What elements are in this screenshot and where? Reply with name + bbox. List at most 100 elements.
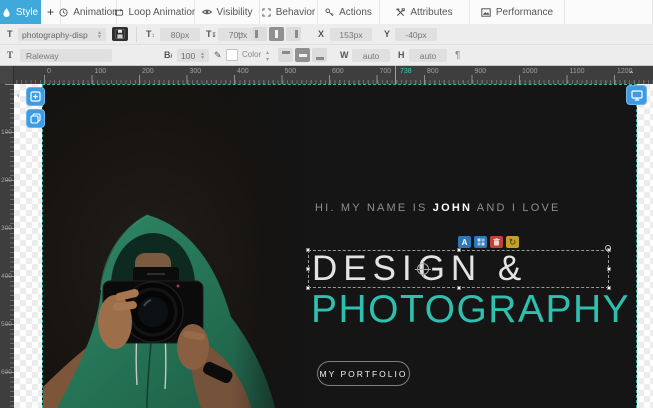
ruler-label: 300 — [1, 225, 12, 232]
duplicate-button[interactable] — [26, 109, 45, 128]
text-style-value: photography-disp — [22, 30, 88, 40]
anchor-crosshair-icon[interactable] — [417, 263, 429, 275]
ruler-label: 800 — [427, 68, 439, 75]
font-weight-icon: Bi — [164, 50, 172, 60]
hero-kicker-text[interactable]: HI. MY NAME IS JOHN AND I LOVE — [315, 202, 561, 214]
y-position-field[interactable] — [395, 28, 437, 41]
delete-mini-button[interactable] — [490, 236, 503, 248]
font-size-field[interactable] — [160, 28, 200, 41]
toolbar-row-font: T Bi 100 ▲▼ ✎ Color ▴▾ W H ¶ — [0, 45, 653, 66]
resize-handle-nw[interactable] — [306, 248, 310, 252]
x-position-field[interactable] — [330, 28, 372, 41]
tab-animation[interactable]: Animation — [61, 0, 117, 24]
add-layer-icon — [30, 91, 41, 102]
text-style-mini-button[interactable]: A — [458, 236, 471, 248]
valign-middle-button[interactable] — [295, 48, 310, 62]
valign-top-button[interactable] — [278, 48, 293, 62]
eye-icon — [202, 8, 212, 16]
save-icon — [115, 29, 125, 39]
tab-add[interactable]: + — [41, 0, 61, 24]
tab-label: Loop Animation — [129, 7, 198, 18]
kicker-post: AND I LOVE — [472, 202, 560, 214]
divider — [136, 27, 137, 42]
kicker-pre: HI. MY NAME IS — [315, 202, 433, 214]
kicker-strong: JOHN — [433, 202, 472, 214]
grid-icon — [477, 238, 485, 246]
rotate-handle[interactable] — [605, 245, 611, 251]
width-field[interactable] — [352, 49, 390, 62]
y-label: Y — [384, 29, 390, 39]
plus-icon: + — [47, 5, 54, 19]
tab-visibility[interactable]: Visibility — [195, 0, 260, 24]
preview-desktop-button[interactable] — [626, 85, 647, 105]
design-canvas[interactable]: ‹ — [14, 84, 653, 408]
tab-loop-animation[interactable]: Loop Animation — [117, 0, 195, 24]
image-icon — [481, 8, 491, 17]
valign-bottom-button[interactable] — [312, 48, 327, 62]
tab-filler — [565, 0, 653, 24]
tab-bar: Style + Animation Loop Animation Visibil… — [0, 0, 653, 24]
pencil-icon[interactable]: ✎ — [214, 50, 222, 61]
h-distribute-icon[interactable]: ◂▸ — [237, 30, 245, 37]
letter-a-icon: A — [462, 238, 468, 247]
duplicate-icon — [30, 113, 41, 124]
page-section[interactable]: HI. MY NAME IS JOHN AND I LOVE A ↻ DESIG… — [42, 84, 637, 408]
trash-icon — [493, 238, 500, 246]
align-right-button[interactable] — [286, 27, 301, 41]
x-label: X — [318, 29, 324, 39]
ruler-label: 500 — [1, 321, 12, 328]
toolbar-row-text-style: T photography-disp ▲▼ T↕ T↧ ◂▸ X Y — [0, 24, 653, 45]
expand-icon — [262, 8, 271, 17]
cursor-position-value: 738 — [398, 68, 414, 75]
rotate-mini-button[interactable]: ↻ — [506, 236, 519, 248]
align-center-button[interactable] — [269, 27, 284, 41]
add-section-button[interactable] — [26, 87, 45, 106]
weight-stepper-icon[interactable]: ▲▼ — [200, 52, 205, 60]
h-label: H — [398, 50, 405, 60]
v-distribute-icon[interactable]: ▴▾ — [266, 49, 270, 63]
ruler-label: 100 — [95, 68, 107, 75]
save-style-button[interactable] — [112, 27, 128, 41]
cursor-position-marker — [395, 66, 396, 84]
font-family-icon: T — [7, 50, 13, 60]
height-field[interactable] — [409, 49, 447, 62]
tab-actions[interactable]: Actions — [318, 0, 380, 24]
tab-attributes[interactable]: Attributes — [380, 0, 470, 24]
w-label: W — [340, 50, 349, 60]
ruler-label: 300 — [190, 68, 202, 75]
font-weight-select[interactable]: 100 ▲▼ — [177, 49, 209, 62]
tab-label: Performance — [496, 7, 553, 18]
my-portfolio-button[interactable]: MY PORTFOLIO — [317, 361, 410, 386]
collapse-panel-chevron-icon[interactable]: ⌃ — [628, 70, 635, 79]
text-style-select[interactable]: photography-disp ▲▼ — [18, 28, 106, 41]
resize-handle-e[interactable] — [607, 267, 611, 271]
hero-heading-photography[interactable]: PHOTOGRAPHY — [311, 288, 630, 332]
tab-performance[interactable]: Performance — [470, 0, 565, 24]
color-swatch[interactable] — [226, 49, 238, 61]
align-left-button[interactable] — [252, 27, 267, 41]
tab-label: Behavior — [276, 7, 315, 18]
ruler-label: 900 — [475, 68, 487, 75]
font-family-field[interactable] — [20, 49, 112, 62]
settings-mini-button[interactable] — [474, 236, 487, 248]
resize-handle-sw[interactable] — [306, 286, 310, 290]
ruler-label: 500 — [285, 68, 297, 75]
tab-behavior[interactable]: Behavior — [260, 0, 318, 24]
hero-photographer-image[interactable] — [43, 85, 313, 408]
paragraph-icon[interactable]: ¶ — [455, 50, 460, 61]
select-stepper-icon[interactable]: ▲▼ — [97, 31, 102, 39]
drop-icon — [2, 7, 11, 17]
vertical-ruler[interactable]: 100200300400500600 — [0, 84, 14, 408]
collapse-left-arrow-icon[interactable]: ‹ — [17, 91, 20, 100]
ruler-corner — [0, 66, 14, 84]
horizontal-ruler[interactable]: 0100200300400500600700800900100011001200… — [0, 66, 653, 84]
element-context-toolbar: A ↻ — [458, 236, 519, 248]
ruler-label: 0 — [47, 68, 51, 75]
line-height-icon: T↧ — [206, 29, 217, 39]
tab-style[interactable]: Style — [0, 0, 41, 24]
tab-label: Actions — [339, 7, 372, 18]
resize-handle-w[interactable] — [306, 267, 310, 271]
tab-label: Attributes — [410, 7, 452, 18]
clock-icon — [59, 8, 68, 17]
tab-label: Visibility — [217, 7, 253, 18]
